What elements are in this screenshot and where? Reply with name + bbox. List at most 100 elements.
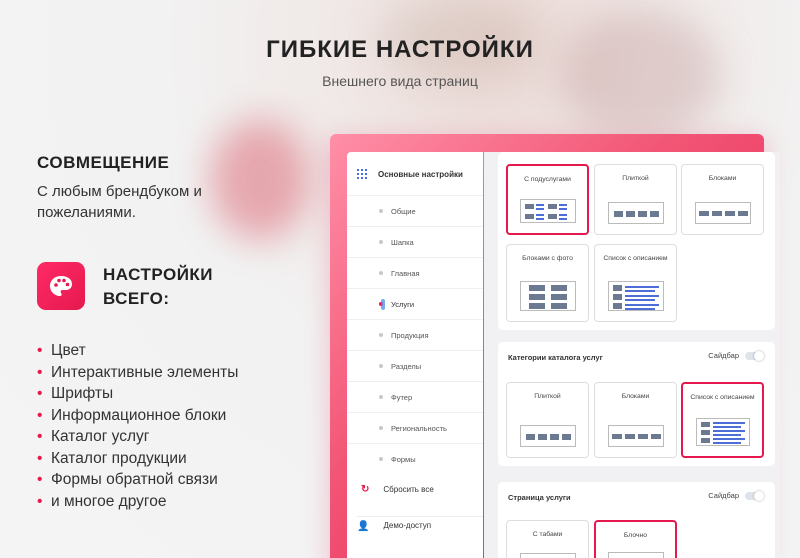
bullet-icon: • (37, 385, 43, 402)
toggle-switch[interactable] (745, 350, 764, 361)
list-item-label: Шрифты (51, 385, 114, 402)
bullet-icon (379, 333, 383, 337)
palette-icon (37, 262, 85, 310)
sidebar-switch[interactable]: Сайдбар (708, 350, 764, 361)
layout-thumbnail (694, 202, 751, 224)
layout-thumbnail (519, 553, 576, 558)
demo-access-label: Демо-доступ (383, 521, 432, 530)
layout-option-label: Плиткой (534, 393, 561, 400)
list-item-label: Цвет (51, 342, 86, 359)
sidebar-switch[interactable]: Сайдбар (708, 490, 764, 501)
layout-option-card[interactable]: Плиткой (506, 382, 589, 458)
panel-title: Страница услуги (508, 493, 571, 502)
toggle-switch[interactable] (745, 490, 764, 501)
sidebar-item-label: Шапка (391, 237, 414, 247)
bullet-icon: • (37, 342, 43, 359)
layout-option-card[interactable]: Плиткой (594, 164, 677, 235)
layout-thumbnail (607, 425, 664, 447)
layout-option-label: Блоками (708, 175, 737, 182)
feature-title: СОВМЕЩЕНИЕ (37, 153, 170, 172)
sidebar-header-label: Основные настройки (378, 169, 463, 179)
sidebar-item-products[interactable]: Продукция (347, 319, 483, 350)
settings-title: НАСТРОЙКИ ВСЕГО: (103, 263, 213, 311)
bullet-icon (379, 426, 383, 430)
services-layout-panel: С подуслугами Плиткой Блоками Блоками с … (498, 152, 775, 330)
sidebar-item-general[interactable]: Общие (347, 195, 483, 226)
list-item-label: Формы обратной связи (51, 471, 218, 488)
sidebar-item-label: Общие (391, 206, 416, 216)
list-item: • и многое другое (37, 491, 238, 513)
bullet-icon (379, 209, 383, 213)
list-item-label: Каталог услуг (51, 428, 150, 445)
layout-option-card[interactable]: Блоками (594, 382, 677, 458)
bullet-icon: • (37, 363, 43, 381)
sidebar-item-label: Услуги (391, 299, 415, 309)
feature-text: С любым брендбуком и пожеланиями. (37, 183, 202, 221)
reset-all-button[interactable]: ↻ Сбросить все (361, 484, 434, 495)
settings-list: • Цвет • Интерактивные элементы • Шрифты • И… (37, 340, 238, 512)
panel-title: Категории каталога услуг (508, 353, 603, 362)
add-user-icon: 👤 (357, 521, 370, 532)
layout-option-label: Блоками (621, 393, 650, 400)
catalog-categories-panel: Категории каталога услуг Сайдбар Плиткой… (498, 342, 775, 466)
list-item: • Формы обратной связи (37, 469, 238, 491)
sidebar-item-footer[interactable]: Футер (347, 381, 483, 412)
bullet-icon (379, 240, 383, 244)
bullet-icon (379, 457, 383, 461)
sidebar-item-main[interactable]: Главная (347, 257, 483, 288)
layout-option-card[interactable]: Список с описанием (681, 382, 764, 458)
layout-option-card[interactable]: Список с описанием (594, 244, 677, 322)
layout-option-card[interactable]: С подуслугами (506, 164, 589, 235)
layout-option-card[interactable]: Блоками (681, 164, 764, 235)
list-item: • Шрифты (37, 383, 238, 405)
sidebar-item-regional[interactable]: Региональность (347, 412, 483, 443)
list-item: • Информационное блоки (37, 405, 238, 427)
bullet-icon: • (37, 492, 43, 510)
mouse-cursor-icon (381, 298, 385, 310)
list-item: • Цвет (37, 340, 238, 362)
demo-access-button[interactable]: 👤 Демо-доступ (357, 516, 483, 558)
switch-label: Сайдбар (708, 491, 739, 500)
hero-subtitle: Внешнего вида страниц (322, 73, 478, 89)
settings-title-line2: ВСЕГО: (103, 289, 170, 308)
bullet-icon (379, 271, 383, 275)
sidebar-item-forms[interactable]: Формы (347, 443, 483, 474)
settings-sidebar: Основные настройки Общие Шапка Главная У… (347, 152, 483, 558)
layout-option-label: Блочно (623, 532, 648, 539)
sidebar-item-label: Продукция (391, 330, 429, 340)
layout-option-label: Блоками с фото (522, 255, 573, 262)
sidebar-item-header[interactable]: Шапка (347, 226, 483, 257)
bullet-icon (379, 364, 383, 368)
reset-label: Сбросить все (383, 485, 434, 494)
bullet-icon: • (37, 449, 43, 467)
layout-option-card[interactable]: Блочно (594, 520, 677, 558)
sidebar-header[interactable]: Основные настройки (357, 169, 463, 179)
layout-option-card[interactable]: Блоками с фото (506, 244, 589, 322)
list-item-label: Каталог продукции (51, 449, 187, 467)
list-item-label: Интерактивные элементы (51, 363, 239, 381)
list-item-label: и многое другое (51, 492, 167, 510)
layout-thumbnail (607, 552, 664, 558)
sidebar-item-label: Разделы (391, 361, 422, 371)
sidebar-item-services[interactable]: Услуги (347, 288, 483, 319)
switch-label: Сайдбар (708, 351, 739, 360)
layout-thumbnail (519, 281, 576, 311)
layout-thumbnail (519, 425, 576, 447)
layout-option-label: С подуслугами (524, 176, 571, 183)
bullet-icon: • (37, 471, 43, 488)
list-item: • Каталог услуг (37, 426, 238, 448)
layout-option-label: Плиткой (622, 175, 649, 182)
layout-thumbnail (607, 281, 664, 311)
bullet-icon: • (37, 406, 43, 424)
list-item: • Интерактивные элементы (37, 362, 238, 384)
layout-option-card[interactable]: С табами (506, 520, 589, 558)
bullet-icon (379, 395, 383, 399)
list-item: • Каталог продукции (37, 448, 238, 470)
settings-title-line1: НАСТРОЙКИ (103, 265, 214, 284)
reset-icon: ↻ (361, 484, 370, 495)
sidebar-item-label: Футер (391, 392, 413, 402)
layout-thumbnail (695, 418, 750, 446)
sidebar-item-label: Главная (391, 268, 420, 278)
layout-option-label: Список с описанием (603, 255, 668, 262)
sidebar-item-sections[interactable]: Разделы (347, 350, 483, 381)
